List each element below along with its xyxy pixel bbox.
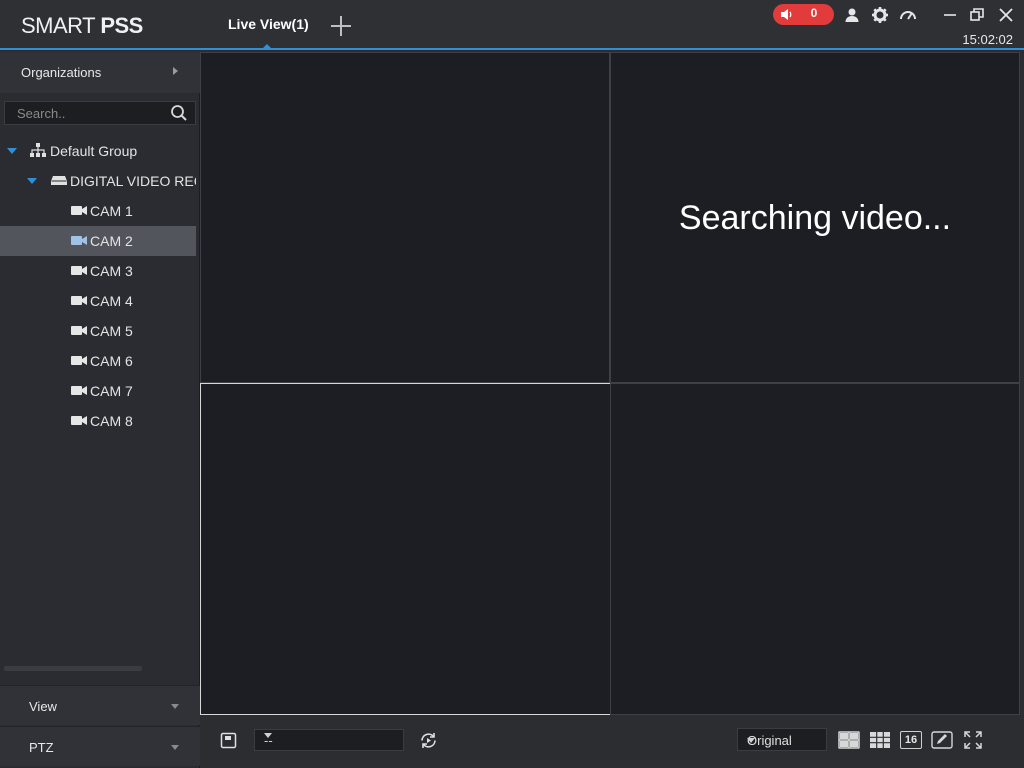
aspect-ratio-select[interactable]: Original (737, 728, 827, 751)
caret-down-icon[interactable] (27, 178, 37, 184)
camera-icon (71, 236, 87, 245)
group-label: Default Group (50, 143, 138, 159)
tree-node-camera[interactable]: CAM 3 (0, 256, 196, 286)
video-grid: Searching video... (200, 52, 1020, 715)
search-input[interactable] (17, 105, 167, 121)
layout-16-button[interactable]: 16 (900, 731, 922, 749)
restore-icon[interactable] (968, 6, 986, 24)
organizations-label: Organizations (21, 65, 102, 80)
camera-label: CAM 5 (90, 323, 133, 339)
tab-live-view[interactable]: Live View(1) (228, 16, 309, 32)
close-icon[interactable] (997, 6, 1015, 24)
clock: 15:02:02 (962, 32, 1013, 47)
video-pane-3[interactable] (200, 383, 611, 715)
alarm-count: 0 (810, 6, 818, 20)
tree-node-camera[interactable]: CAM 5 (0, 316, 196, 346)
dvr-device-icon (51, 176, 67, 185)
camera-label: CAM 2 (90, 233, 133, 249)
tree-node-dvr[interactable]: DIGITAL VIDEO RECORDER (0, 166, 196, 196)
tree-node-default-group[interactable]: Default Group (0, 136, 196, 166)
camera-label: CAM 6 (90, 353, 133, 369)
performance-gauge-icon[interactable] (899, 6, 917, 24)
fullscreen-icon[interactable] (964, 731, 982, 749)
search-icon[interactable] (170, 104, 188, 122)
camera-icon (71, 266, 87, 275)
device-label: DIGITAL VIDEO RECORDER (70, 173, 196, 189)
gear-icon[interactable] (871, 6, 889, 24)
tree-node-camera[interactable]: CAM 8 (0, 406, 196, 436)
camera-label: CAM 4 (90, 293, 133, 309)
speaker-icon (781, 9, 792, 20)
camera-icon (71, 356, 87, 365)
tree-node-camera[interactable]: CAM 6 (0, 346, 196, 376)
camera-label: CAM 8 (90, 413, 133, 429)
view-label: View (29, 699, 57, 714)
bottom-toolbar: -- Original 16 (200, 715, 1024, 768)
ptz-label: PTZ (29, 740, 54, 755)
title-bar: SMART PSS Live View(1) 0 15:02:02 (0, 0, 1024, 50)
video-pane-4[interactable] (610, 383, 1020, 715)
add-tab-icon[interactable] (331, 16, 351, 36)
camera-label: CAM 3 (90, 263, 133, 279)
tree-horizontal-scrollbar[interactable] (4, 666, 142, 671)
org-tree-icon (30, 143, 46, 157)
device-search (4, 101, 196, 125)
video-pane-1[interactable] (200, 52, 610, 383)
edit-layout-icon[interactable] (931, 731, 953, 749)
tree-node-camera[interactable]: CAM 2 (0, 226, 196, 256)
user-icon[interactable] (843, 6, 861, 24)
organizations-header[interactable]: Organizations (0, 52, 200, 93)
caret-down-icon[interactable] (7, 148, 17, 154)
layout-9-icon[interactable] (869, 731, 891, 749)
minimize-icon[interactable] (941, 6, 959, 24)
camera-label: CAM 1 (90, 203, 133, 219)
camera-icon (71, 326, 87, 335)
device-sidebar: Organizations Default Group (0, 52, 200, 768)
camera-icon (71, 386, 87, 395)
camera-icon (71, 416, 87, 425)
camera-label: CAM 7 (90, 383, 133, 399)
app-logo: SMART PSS (21, 13, 143, 38)
refresh-play-icon[interactable] (419, 731, 438, 750)
ptz-panel-header[interactable]: PTZ (0, 726, 200, 766)
view-select[interactable]: -- (254, 729, 404, 751)
chevron-down-icon (171, 704, 179, 709)
layout-4-icon[interactable] (838, 731, 860, 749)
tree-node-camera[interactable]: CAM 4 (0, 286, 196, 316)
active-tab-indicator (263, 44, 271, 48)
tree-node-camera[interactable]: CAM 7 (0, 376, 196, 406)
chevron-right-icon (173, 67, 178, 75)
chevron-down-icon (171, 745, 179, 750)
device-tree: Default Group DIGITAL VIDEO RECORDER CAM… (0, 136, 196, 466)
dropdown-arrow-icon (264, 733, 272, 738)
dropdown-arrow-icon (747, 738, 755, 743)
camera-icon (71, 206, 87, 215)
save-view-icon[interactable] (220, 732, 237, 749)
camera-icon (71, 296, 87, 305)
tree-node-camera[interactable]: CAM 1 (0, 196, 196, 226)
searching-status: Searching video... (678, 199, 952, 237)
video-pane-2[interactable]: Searching video... (610, 52, 1020, 383)
view-panel-header[interactable]: View (0, 685, 200, 725)
